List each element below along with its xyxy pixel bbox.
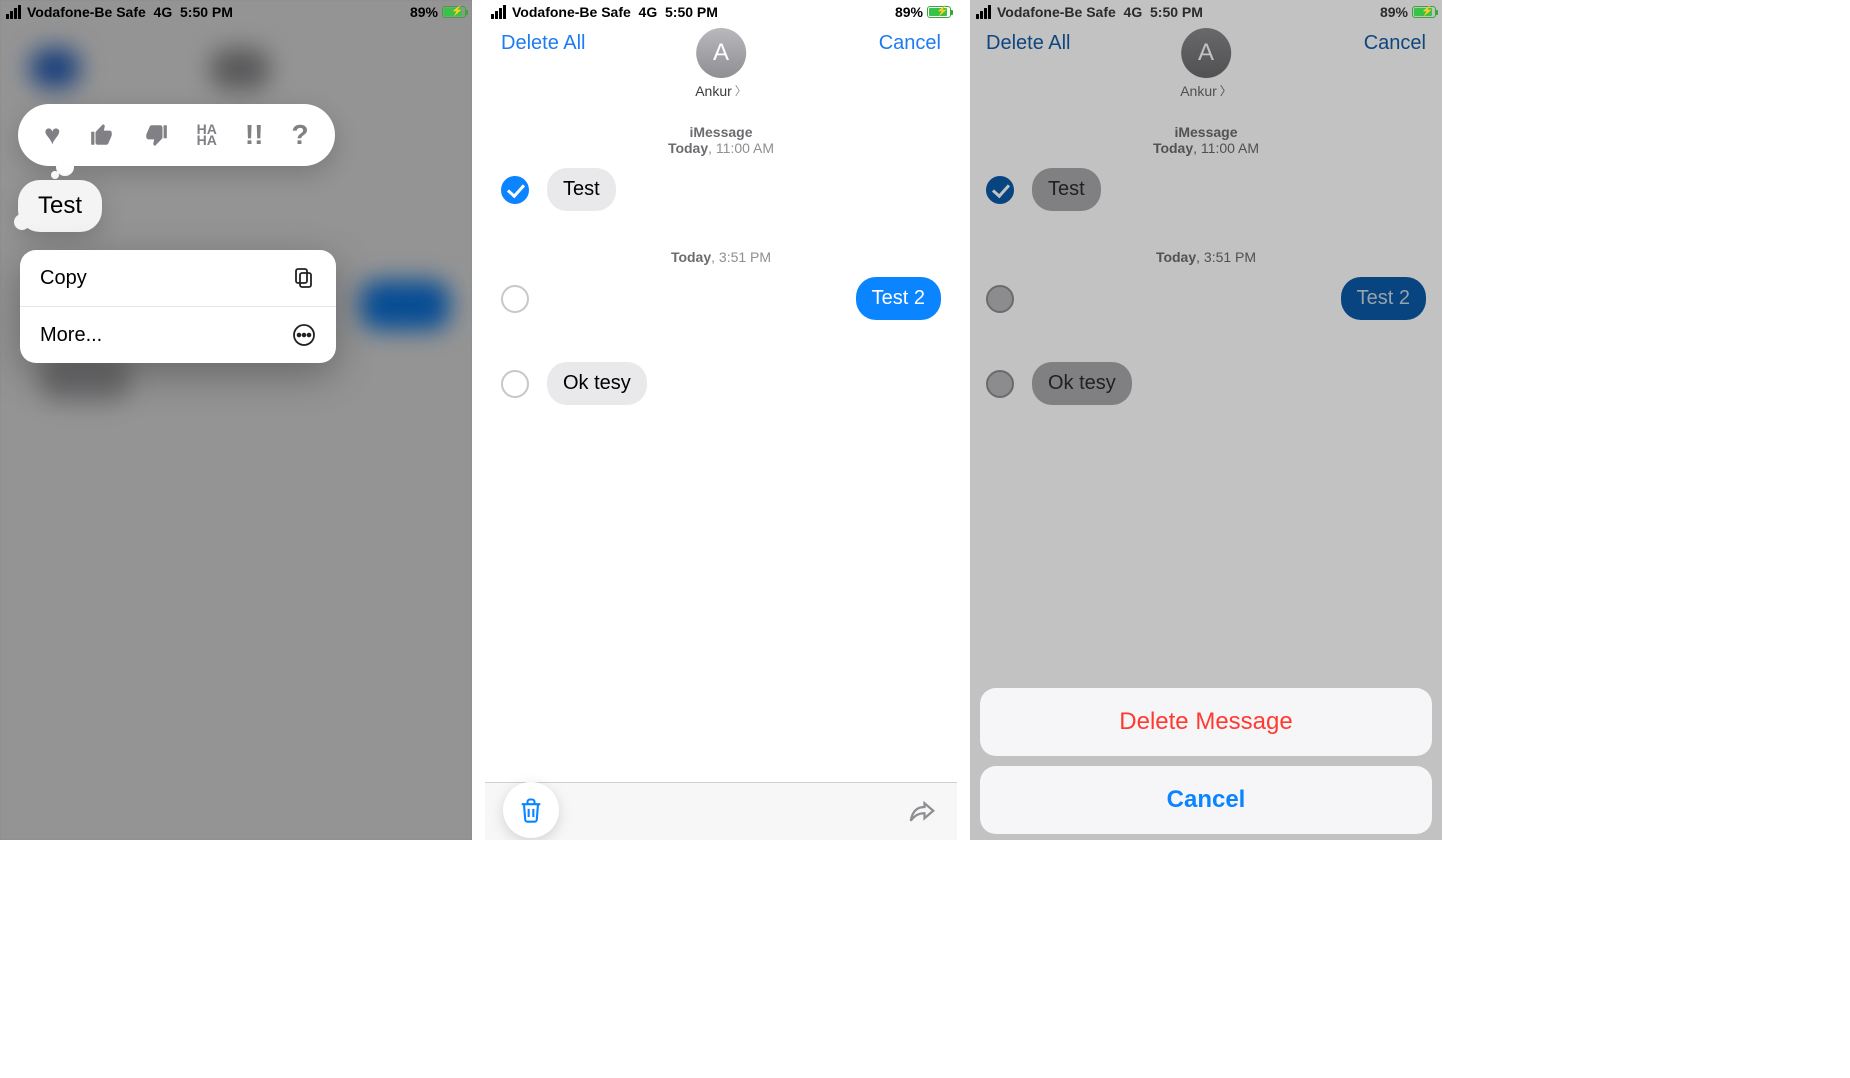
haha-icon[interactable]: HAHA: [197, 124, 217, 146]
focused-message-bubble: Test: [18, 180, 102, 232]
message-row[interactable]: Ok tesy: [485, 358, 957, 409]
bottom-toolbar: [485, 782, 957, 840]
carrier-label: Vodafone-Be Safe: [997, 4, 1116, 20]
menu-more-label: More...: [40, 324, 102, 347]
more-icon: [292, 323, 316, 347]
thumbs-down-icon[interactable]: [143, 122, 169, 148]
contact-header[interactable]: A Ankur 〉: [695, 28, 747, 99]
share-arrow-icon: [905, 797, 939, 827]
screenshot-3: Vodafone-Be Safe 4G 5:50 PM 89% ⚡ Delete…: [970, 0, 1442, 840]
screenshot-1: Vodafone-Be Safe 4G 5:50 PM 89% ⚡ ♥ HAHA…: [0, 0, 472, 840]
battery-icon: ⚡: [442, 6, 466, 18]
incoming-bubble: Test: [547, 168, 616, 211]
select-circle-checked[interactable]: [501, 176, 529, 204]
message-list: iMessage Today, 11:00 AM Test Today, 3:5…: [485, 112, 957, 443]
clock-label: 5:50 PM: [1150, 4, 1203, 20]
menu-more[interactable]: More...: [20, 307, 336, 363]
delete-all-button[interactable]: Delete All: [501, 32, 586, 55]
avatar: A: [696, 28, 746, 78]
battery-icon: ⚡: [1412, 6, 1436, 18]
thumbs-up-icon[interactable]: [89, 122, 115, 148]
status-bar: Vodafone-Be Safe 4G 5:50 PM 89% ⚡: [970, 0, 1442, 24]
tapback-bar: ♥ HAHA !! ?: [18, 104, 335, 166]
clock-label: 5:50 PM: [665, 4, 718, 20]
network-label: 4G: [1124, 4, 1143, 20]
message-row[interactable]: Test: [485, 164, 957, 215]
cancel-button[interactable]: Cancel: [879, 32, 941, 55]
menu-copy-label: Copy: [40, 267, 87, 290]
nav-bar: Delete All A Ankur 〉 Cancel: [485, 24, 957, 110]
carrier-label: Vodafone-Be Safe: [27, 4, 146, 20]
incoming-bubble: Ok tesy: [547, 362, 647, 405]
delete-button[interactable]: [503, 782, 559, 838]
delete-message-button[interactable]: Delete Message: [980, 688, 1432, 756]
signal-bars-icon: [491, 5, 506, 19]
action-cancel-button[interactable]: Cancel: [980, 766, 1432, 834]
screenshot-2: Vodafone-Be Safe 4G 5:50 PM 89% ⚡ Delete…: [485, 0, 957, 840]
timestamp: Today, 3:51 PM: [485, 249, 957, 265]
battery-pct: 89%: [1380, 4, 1408, 20]
battery-icon: ⚡: [927, 6, 951, 18]
battery-pct: 89%: [895, 4, 923, 20]
network-label: 4G: [639, 4, 658, 20]
copy-icon: [292, 266, 316, 290]
contact-name-label: Ankur: [695, 83, 732, 99]
signal-bars-icon: [6, 5, 21, 19]
message-row[interactable]: Test 2: [485, 273, 957, 324]
status-bar: Vodafone-Be Safe 4G 5:50 PM 89% ⚡: [0, 0, 472, 24]
select-circle[interactable]: [501, 370, 529, 398]
service-timestamp: iMessage Today, 11:00 AM: [485, 124, 957, 156]
carrier-label: Vodafone-Be Safe: [512, 4, 631, 20]
focused-message-text: Test: [38, 192, 82, 219]
action-sheet: Delete Message Cancel: [980, 688, 1432, 834]
question-icon[interactable]: ?: [292, 119, 309, 151]
chevron-right-icon: 〉: [735, 82, 747, 99]
exclaim-icon[interactable]: !!: [245, 119, 264, 151]
heart-icon[interactable]: ♥: [44, 119, 61, 151]
clock-label: 5:50 PM: [180, 4, 233, 20]
trash-icon: [517, 795, 545, 825]
outgoing-bubble: Test 2: [856, 277, 941, 320]
battery-pct: 89%: [410, 4, 438, 20]
menu-copy[interactable]: Copy: [20, 250, 336, 306]
select-circle[interactable]: [501, 285, 529, 313]
forward-button[interactable]: [905, 797, 939, 827]
network-label: 4G: [154, 4, 173, 20]
context-menu: Copy More...: [20, 250, 336, 363]
status-bar: Vodafone-Be Safe 4G 5:50 PM 89% ⚡: [485, 0, 957, 24]
signal-bars-icon: [976, 5, 991, 19]
